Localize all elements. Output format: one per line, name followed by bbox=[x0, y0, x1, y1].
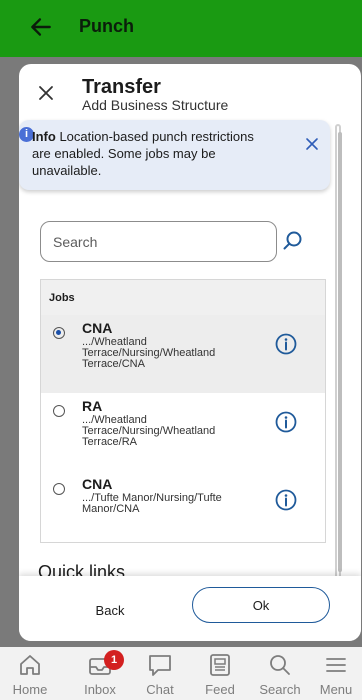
back-button[interactable]: Back bbox=[62, 598, 158, 622]
search-icon[interactable] bbox=[282, 230, 304, 252]
banner-text: Location-based punch restrictions are en… bbox=[32, 129, 254, 178]
info-circle-icon[interactable] bbox=[275, 411, 297, 433]
job-item[interactable]: CNA .../Tufte Manor/Nursing/Tufte Manor/… bbox=[41, 471, 325, 549]
job-item[interactable]: CNA .../Wheatland Terrace/Nursing/Wheatl… bbox=[41, 315, 325, 393]
nav-label: Home bbox=[12, 682, 48, 697]
back-arrow-icon[interactable] bbox=[28, 14, 54, 40]
info-circle-icon[interactable] bbox=[275, 333, 297, 355]
scrollbar-thumb[interactable] bbox=[338, 132, 342, 572]
nav-menu[interactable]: Menu bbox=[310, 647, 362, 700]
menu-icon bbox=[326, 658, 346, 672]
nav-label: Inbox bbox=[84, 682, 116, 697]
job-path: .../Tufte Manor/Nursing/Tufte Manor/CNA bbox=[82, 492, 222, 515]
nav-search[interactable]: Search bbox=[250, 647, 310, 700]
nav-label: Feed bbox=[205, 682, 235, 697]
radio-button-selected[interactable] bbox=[53, 327, 65, 339]
jobs-header: Jobs bbox=[41, 280, 325, 315]
home-icon bbox=[20, 655, 40, 675]
radio-button[interactable] bbox=[53, 405, 65, 417]
transfer-dialog: Transfer Add Business Structure i Info L… bbox=[19, 64, 361, 641]
banner-bold-label: Info bbox=[32, 129, 56, 144]
notification-badge: 1 bbox=[104, 650, 124, 670]
app-bar: Punch bbox=[0, 0, 362, 57]
page-title: Punch bbox=[79, 16, 135, 36]
nav-label: Menu bbox=[319, 682, 353, 697]
nav-inbox[interactable]: 1 Inbox bbox=[70, 647, 130, 700]
dialog-subtitle: Add Business Structure bbox=[82, 97, 229, 113]
chat-icon bbox=[149, 655, 171, 676]
bottom-nav: Home 1 Inbox Chat Feed Search Menu bbox=[0, 647, 362, 700]
info-banner: i Info Location-based punch restrictions… bbox=[19, 120, 330, 190]
scrollbar[interactable] bbox=[335, 124, 342, 632]
nav-chat[interactable]: Chat bbox=[130, 647, 190, 700]
feed-icon bbox=[210, 654, 230, 676]
close-icon[interactable] bbox=[37, 84, 55, 102]
dialog-title: Transfer bbox=[82, 76, 161, 98]
search-input[interactable] bbox=[40, 221, 277, 262]
nav-label: Search bbox=[259, 682, 301, 697]
banner-close-icon[interactable] bbox=[305, 137, 319, 151]
job-item[interactable]: RA .../Wheatland Terrace/Nursing/Wheatla… bbox=[41, 393, 325, 471]
job-name: CNA bbox=[82, 476, 113, 492]
ok-button[interactable]: Ok bbox=[192, 587, 330, 623]
nav-label: Chat bbox=[146, 682, 174, 697]
job-path: .../Wheatland Terrace/Nursing/Wheatland … bbox=[82, 414, 216, 448]
jobs-list: Jobs CNA .../Wheatland Terrace/Nursing/W… bbox=[40, 279, 326, 543]
job-path: .../Wheatland Terrace/Nursing/Wheatland … bbox=[82, 336, 216, 370]
search-icon bbox=[270, 655, 290, 675]
dialog-footer: Back Ok bbox=[19, 576, 361, 641]
nav-home[interactable]: Home bbox=[0, 647, 60, 700]
nav-feed[interactable]: Feed bbox=[190, 647, 250, 700]
banner-message: Info Location-based punch restrictions a… bbox=[32, 128, 272, 179]
job-name: RA bbox=[82, 398, 103, 414]
job-name: CNA bbox=[82, 320, 113, 336]
info-circle-icon[interactable] bbox=[275, 489, 297, 511]
radio-button[interactable] bbox=[53, 483, 65, 495]
